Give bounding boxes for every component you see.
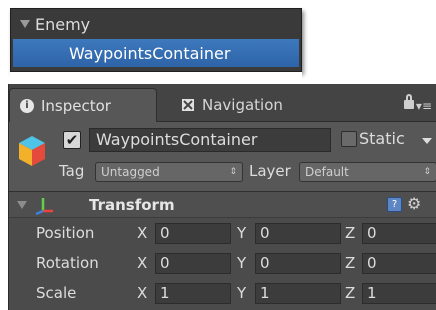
position-x-field[interactable]: 0: [155, 223, 231, 244]
object-header: ✔ WaypointsContainer Static Tag Untagged…: [9, 122, 436, 192]
tab-label: Inspector: [41, 96, 111, 115]
hierarchy-item-label: WaypointsContainer: [69, 43, 231, 63]
tab-label: Navigation: [202, 96, 283, 114]
row-label: Position: [36, 224, 95, 242]
updown-arrow-icon: ⇕: [423, 167, 431, 177]
axis-label-y: Y: [237, 254, 247, 272]
active-checkbox[interactable]: ✔: [63, 131, 81, 149]
help-book-icon[interactable]: ?: [387, 197, 402, 212]
gear-icon[interactable]: ⚙: [407, 194, 421, 214]
layer-dropdown[interactable]: Default ⇕: [299, 162, 436, 182]
scale-x-field[interactable]: 1: [155, 283, 231, 304]
axis-label-x: X: [137, 254, 148, 272]
hierarchy-popup: Enemy WaypointsContainer: [10, 8, 302, 72]
axis-label-x: X: [137, 224, 148, 242]
hierarchy-item-enemy[interactable]: Enemy: [11, 11, 301, 37]
object-name-field[interactable]: WaypointsContainer: [89, 128, 331, 152]
navigation-icon: [182, 99, 194, 111]
axis-label-z: Z: [345, 254, 356, 272]
tab-navigation[interactable]: Navigation: [169, 88, 349, 122]
tab-inspector[interactable]: i Inspector: [9, 88, 157, 122]
axis-label-z: Z: [345, 224, 356, 242]
info-icon: i: [20, 98, 34, 113]
position-z-field[interactable]: 0: [362, 223, 436, 244]
transform-axes-icon: [35, 198, 53, 215]
tag-dropdown-value: Untagged: [101, 165, 160, 179]
divider: [10, 72, 302, 84]
context-menu-icon[interactable]: ▾≡: [416, 99, 432, 113]
row-label: Rotation: [36, 254, 99, 272]
collapse-triangle-icon[interactable]: [17, 201, 27, 209]
expand-triangle-icon[interactable]: [20, 20, 30, 28]
position-y-field[interactable]: 0: [255, 223, 341, 244]
inspector-panel: i Inspector Navigation ▾≡ ✔ WaypointsCon…: [8, 84, 436, 310]
axis-label-y: Y: [237, 284, 247, 302]
layer-dropdown-value: Default: [305, 165, 349, 179]
gameobject-cube-icon: [19, 136, 45, 166]
lock-icon[interactable]: [404, 94, 414, 109]
rotation-x-field[interactable]: 0: [155, 253, 231, 274]
layer-label: Layer: [249, 162, 291, 180]
static-checkbox[interactable]: [341, 131, 357, 147]
static-dropdown-arrow-icon[interactable]: [422, 138, 432, 144]
updown-arrow-icon: ⇕: [229, 167, 237, 177]
transform-row-position: Position X 0 Y 0 Z 0: [9, 218, 436, 248]
component-title: Transform: [89, 196, 175, 214]
transform-row-rotation: Rotation X 0 Y 0 Z 0: [9, 248, 436, 278]
transform-header[interactable]: Transform ? ⚙: [9, 192, 436, 218]
hierarchy-item-label: Enemy: [35, 14, 91, 34]
scale-y-field[interactable]: 1: [255, 283, 341, 304]
rotation-y-field[interactable]: 0: [255, 253, 341, 274]
tag-dropdown[interactable]: Untagged ⇕: [95, 162, 243, 182]
row-label: Scale: [36, 284, 77, 302]
hierarchy-item-selected[interactable]: WaypointsContainer: [13, 39, 299, 67]
transform-row-scale: Scale X 1 Y 1 Z 1: [9, 278, 436, 308]
axis-label-z: Z: [345, 284, 356, 302]
rotation-z-field[interactable]: 0: [362, 253, 436, 274]
tab-bar: i Inspector Navigation ▾≡: [9, 84, 436, 122]
static-label: Static: [359, 129, 405, 148]
tag-label: Tag: [59, 162, 85, 180]
axis-label-x: X: [137, 284, 148, 302]
axis-label-y: Y: [237, 224, 247, 242]
scale-z-field[interactable]: 1: [362, 283, 436, 304]
